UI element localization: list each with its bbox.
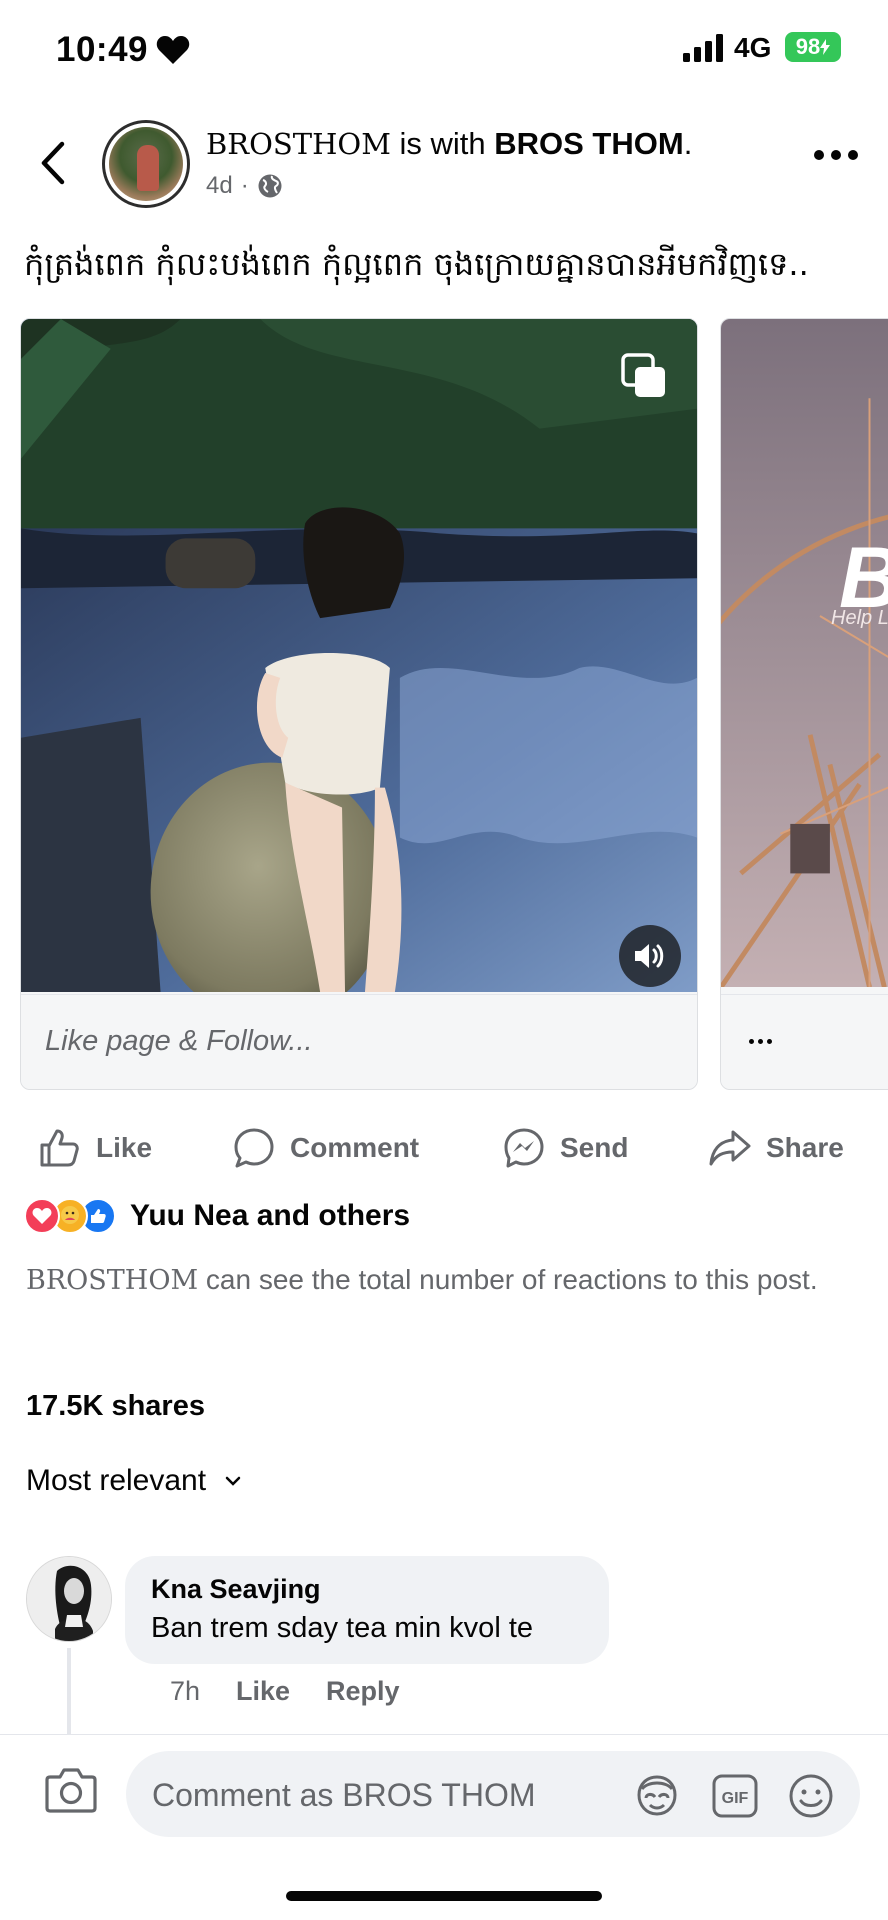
charging-bolt-icon [820,39,831,55]
privacy-page-name: BROSTHOM [26,1265,199,1296]
gif-icon[interactable]: GIF [710,1771,760,1821]
share-button[interactable]: Share [708,1122,844,1174]
status-bar: 10:49 4G 98 [0,0,888,100]
comment-label: Comment [290,1132,420,1163]
speaker-icon [635,944,664,968]
sort-label: Most relevant [26,1464,207,1497]
with-text: is with [390,126,495,161]
gif-label: GIF [722,1790,749,1807]
comment-reply-button[interactable]: Reply [326,1676,400,1707]
privacy-text: can see the total number of reactions to… [198,1264,818,1295]
messenger-icon [504,1128,544,1168]
status-time: 10:49 [56,30,149,69]
share-arrow-icon [709,1130,751,1166]
shares-count[interactable]: 17.5K shares [26,1390,205,1423]
comment-text: Ban trem sday tea min kvol te [151,1612,533,1644]
avatar-sticker-icon[interactable] [632,1771,682,1821]
image-frame [721,319,888,988]
post-meta: 4d · [206,172,283,200]
love-reaction-icon [24,1198,60,1234]
battery-charging-icon: 98 [785,32,841,62]
video-frame [21,319,697,992]
tagged-name[interactable]: BROS THOM [494,126,683,161]
network-type: 4G [734,32,772,63]
camera-icon[interactable] [44,1765,98,1815]
share-label: Share [766,1132,844,1163]
carousel-card-2[interactable]: B Help L [720,318,888,1090]
meta-separator: · [240,172,249,199]
card-footer-ellipsis [749,1039,772,1044]
send-button[interactable]: Send [502,1122,628,1174]
comment-input[interactable]: Comment as BROS THOM GIF [126,1751,860,1837]
page-avatar[interactable] [102,120,190,208]
comment-bubble[interactable]: Kna Seavjing Ban trem sday tea min kvol … [125,1556,609,1664]
commenter-avatar[interactable] [26,1556,112,1642]
reactors-text[interactable]: Yuu Nea and others [130,1199,410,1233]
post-video[interactable] [21,319,697,994]
cellular-signal-icon [683,34,723,62]
card-footer[interactable]: Like page & Follow... [21,994,697,1089]
emoji-icon[interactable] [786,1771,836,1821]
comment-time: 7h [170,1676,201,1706]
heart-icon [156,36,190,64]
card-cta-text: Like page & Follow... [45,1025,313,1057]
globe-icon [258,174,282,198]
card-footer-2[interactable] [721,994,888,1089]
carousel-card-1[interactable]: Like page & Follow... [20,318,698,1090]
sound-toggle-button[interactable] [619,925,681,987]
post-age: 4d [206,172,233,199]
page-name[interactable]: BROSTHOM [206,127,391,161]
reactions-summary[interactable]: Yuu Nea and others [24,1196,410,1236]
reactions-privacy-note: BROSTHOM can see the total number of rea… [26,1258,846,1302]
back-arrow-icon[interactable] [34,138,74,188]
comment-like-button[interactable]: Like [236,1676,290,1707]
like-label: Like [96,1132,153,1163]
comment-bubble-icon [234,1128,274,1168]
comment-button[interactable]: Comment [232,1122,419,1174]
chevron-down-icon [225,1476,241,1486]
thumbs-up-icon [40,1129,79,1167]
home-indicator[interactable] [286,1891,602,1901]
thread-line [67,1648,71,1736]
send-label: Send [560,1132,629,1163]
comment-author[interactable]: Kna Seavjing [151,1574,321,1605]
post-image-2[interactable]: B Help L [721,319,888,994]
post-header-title[interactable]: BROSTHOM is with BROS THOM. [206,126,692,162]
like-button[interactable]: Like [38,1122,152,1174]
overlay-subtitle: Help L [831,607,888,629]
comment-sort-dropdown[interactable]: Most relevant [26,1464,242,1498]
battery-level: 98 [795,34,821,59]
multi-media-icon [621,353,665,397]
comment-composer: Comment as BROS THOM GIF [0,1734,888,1920]
more-options-button[interactable] [814,150,858,164]
post-caption: កុំត្រង់ពេក កុំលះបង់ពេក កុំល្អពេក ចុងក្រ… [24,245,809,283]
comment-input-placeholder: Comment as BROS THOM [152,1777,536,1813]
